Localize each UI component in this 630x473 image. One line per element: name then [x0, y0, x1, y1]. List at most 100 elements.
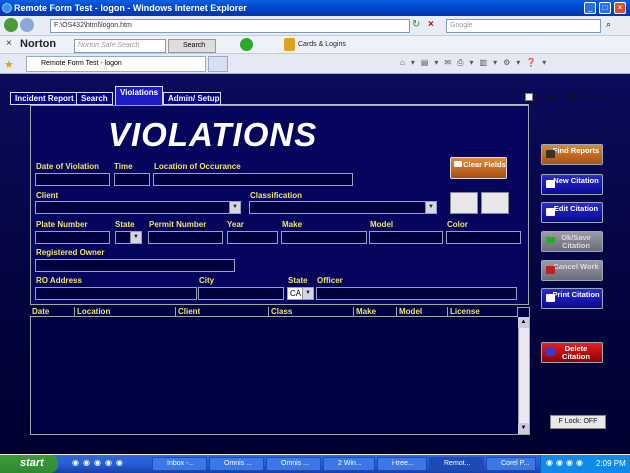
approved-label: Approved/Finalized	[535, 93, 604, 102]
edit-icon	[546, 208, 555, 216]
url-field[interactable]: F:\OS432\html\logon.htm	[50, 19, 410, 33]
officer-label: Officer	[317, 276, 343, 285]
clock: 2:09 PM	[596, 459, 626, 468]
col-date[interactable]: Date	[30, 307, 75, 317]
task-windows[interactable]: 2 Win...	[323, 457, 375, 471]
refresh-icon[interactable]: ↻	[412, 19, 424, 33]
norton-search-input[interactable]: Norton Safe Search	[74, 39, 166, 53]
find-reports-button[interactable]: Find Reports	[541, 144, 603, 165]
color-field[interactable]	[446, 231, 521, 244]
chevron-down-icon[interactable]: ▼	[302, 288, 313, 299]
chevron-down-icon[interactable]: ▼	[130, 232, 141, 243]
printer-icon	[546, 294, 555, 302]
client-label: Client	[36, 191, 59, 200]
maximize-icon[interactable]: □	[599, 2, 611, 14]
col-class[interactable]: Class	[269, 307, 354, 317]
col-location[interactable]: Location	[75, 307, 176, 317]
owner-field[interactable]	[35, 259, 235, 272]
tab-incident-report[interactable]: Incident Report	[10, 92, 79, 105]
check-icon[interactable]	[240, 38, 253, 51]
tray-icons[interactable]: ◉◉◉◉	[546, 458, 591, 470]
close-toolbar-icon[interactable]: ×	[6, 38, 12, 49]
model-field[interactable]	[369, 231, 443, 244]
year-field[interactable]	[227, 231, 278, 244]
norton-search-button[interactable]: Search	[168, 39, 216, 53]
ok-save-button[interactable]: Ok/Save Citation	[541, 231, 603, 252]
make-label: Make	[282, 220, 303, 229]
owner-label: Registered Owner	[36, 248, 105, 257]
cards-logins-button[interactable]: Cards & Logins	[298, 41, 346, 48]
ro-address-field[interactable]	[35, 287, 197, 300]
photo-button-2[interactable]	[481, 192, 509, 214]
back-icon[interactable]	[4, 18, 18, 32]
favorites-star-icon[interactable]: ★	[4, 58, 14, 71]
location-field[interactable]	[153, 173, 353, 186]
state2-select[interactable]: CA ▼	[287, 287, 314, 300]
close-icon[interactable]: ×	[614, 2, 626, 14]
print-citation-button[interactable]: Print Citation	[541, 288, 603, 309]
state2-label: State	[288, 276, 308, 285]
officer-field[interactable]	[316, 287, 517, 300]
new-doc-icon	[546, 180, 555, 188]
check-icon	[546, 237, 555, 243]
delete-icon	[546, 348, 555, 356]
photo-button-1[interactable]	[450, 192, 478, 214]
command-bar-icons[interactable]: ⌂▾▤▾✉⎙▾▥▾⚙▾❓▾	[400, 58, 620, 70]
task-omnis-1[interactable]: Omnis ...	[209, 457, 264, 471]
new-citation-button[interactable]: New Citation	[541, 174, 603, 195]
task-omnis-2[interactable]: Omnis ...	[266, 457, 321, 471]
col-license[interactable]: License	[448, 307, 518, 317]
minimize-icon[interactable]: _	[584, 2, 596, 14]
tab-admin-setup[interactable]: Admin/ Setup	[163, 92, 221, 105]
date-field[interactable]	[35, 173, 110, 186]
col-model[interactable]: Model	[397, 307, 448, 317]
permit-field[interactable]	[148, 231, 223, 244]
new-tab-button[interactable]	[208, 56, 228, 72]
model-label: Model	[370, 220, 394, 229]
plate-field[interactable]	[35, 231, 110, 244]
edit-citation-button[interactable]: Edit Citation	[541, 202, 603, 223]
eraser-icon	[454, 161, 462, 167]
tab-search[interactable]: Search	[76, 92, 113, 105]
task-remote[interactable]: Remot...	[429, 457, 484, 471]
tab-violations[interactable]: Violations	[115, 86, 164, 105]
stop-icon[interactable]: ×	[428, 19, 440, 33]
scroll-up-icon[interactable]: ▲	[518, 317, 529, 328]
make-field[interactable]	[281, 231, 367, 244]
col-make[interactable]: Make	[354, 307, 397, 317]
quick-launch-icons[interactable]: ◉◉◉◉◉	[72, 458, 147, 470]
task-inbox[interactable]: Inbox -...	[152, 457, 207, 471]
time-label: Time	[114, 162, 133, 171]
client-select[interactable]: ▼	[35, 201, 241, 214]
page-title: VIOLATIONS	[100, 116, 344, 154]
task-itree[interactable]: i-tree...	[377, 457, 427, 471]
grid-scrollbar[interactable]	[518, 317, 529, 434]
task-corel[interactable]: Corel P...	[486, 457, 536, 471]
approved-checkbox[interactable]	[525, 93, 533, 101]
scroll-down-icon[interactable]: ▼	[518, 423, 529, 434]
col-client[interactable]: Client	[176, 307, 269, 317]
clear-fields-button[interactable]: Clear Fields	[450, 157, 507, 179]
start-button[interactable]: start	[0, 455, 58, 473]
time-field[interactable]	[114, 173, 150, 186]
classification-label: Classification	[250, 191, 303, 200]
violations-grid[interactable]	[30, 307, 530, 435]
city-field[interactable]	[198, 287, 284, 300]
chevron-down-icon[interactable]: ▼	[229, 202, 240, 213]
state-select[interactable]: ▼	[115, 231, 142, 244]
search-input[interactable]: Google	[446, 19, 601, 33]
classification-select[interactable]: ▼	[249, 201, 437, 214]
cancel-work-button[interactable]: Cancel Work	[541, 260, 603, 281]
cancel-icon	[546, 266, 555, 274]
browser-tab[interactable]: Remote Form Test - logon	[26, 56, 206, 72]
search-icon[interactable]: ⌕	[606, 19, 618, 33]
forward-icon[interactable]	[20, 18, 34, 32]
window-titlebar: Remote Form Test - logon - Windows Inter…	[0, 0, 630, 16]
delete-citation-button[interactable]: Delete Citation	[541, 342, 603, 363]
chevron-down-icon[interactable]: ▼	[425, 202, 436, 213]
ie-icon	[2, 3, 12, 13]
norton-logo: Norton	[20, 38, 57, 50]
window-title: Remote Form Test - logon - Windows Inter…	[14, 3, 247, 13]
flock-button[interactable]: F Lock: OFF	[550, 415, 606, 429]
state-label: State	[115, 220, 135, 229]
